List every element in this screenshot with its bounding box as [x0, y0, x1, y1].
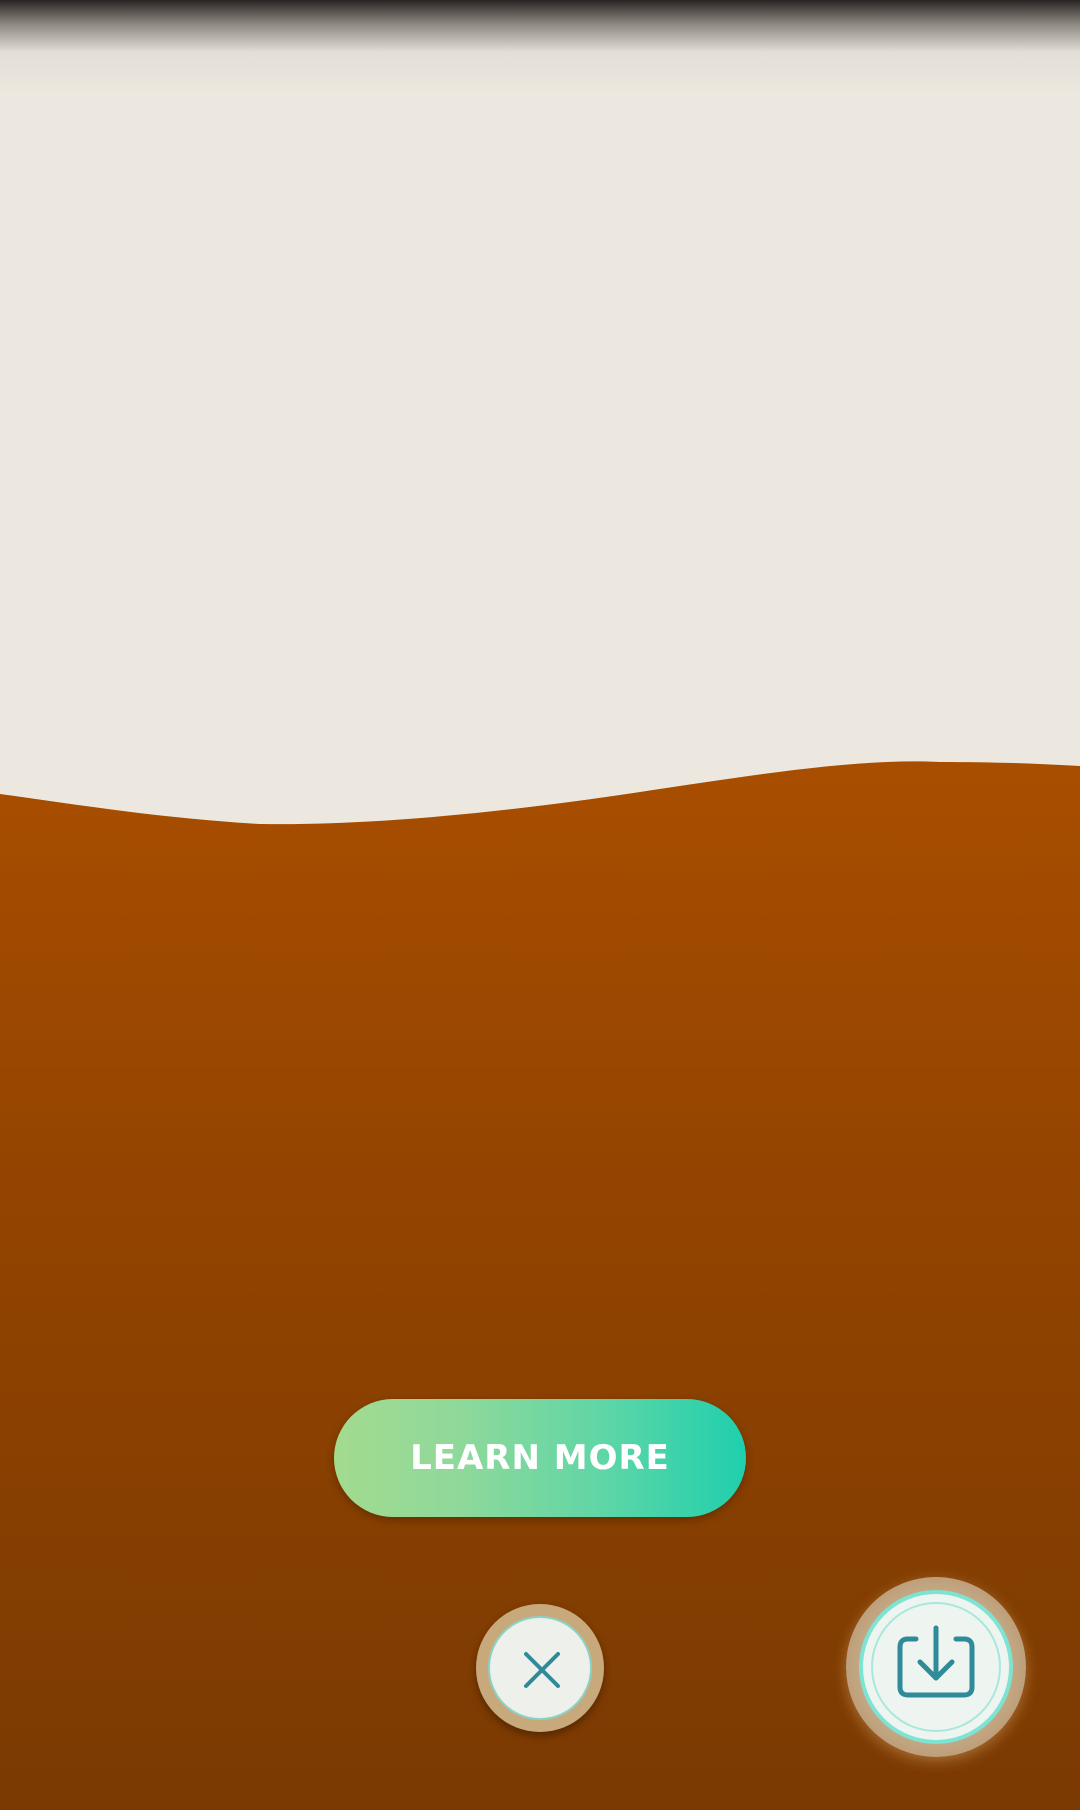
close-button-face	[488, 1616, 592, 1720]
download-icon	[897, 1625, 975, 1698]
status-bar-shade	[0, 0, 1080, 95]
close-icon	[524, 1652, 560, 1688]
save-button-face	[859, 1590, 1013, 1744]
learn-more-label: LEARN MORE	[410, 1438, 670, 1478]
screen: LEARN MORE	[0, 0, 1080, 1810]
learn-more-button[interactable]: LEARN MORE	[334, 1399, 746, 1517]
close-button[interactable]	[476, 1604, 604, 1732]
save-button[interactable]	[846, 1577, 1026, 1757]
